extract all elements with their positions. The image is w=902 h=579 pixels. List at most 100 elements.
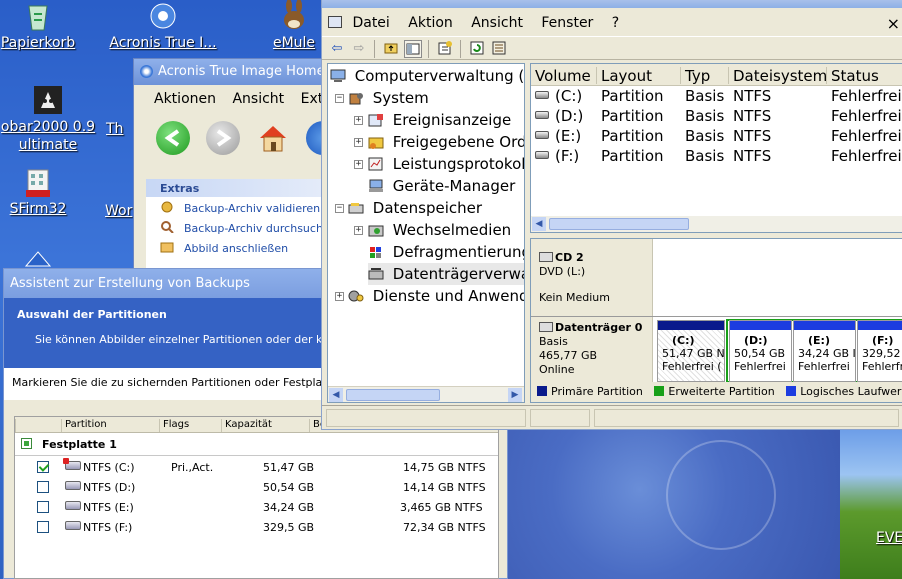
column-flags[interactable]: Flags <box>159 419 221 432</box>
link-validate-archive[interactable]: Backup-Archiv validieren <box>146 197 346 217</box>
volume-horizontal-scrollbar[interactable]: ◀ <box>531 216 902 232</box>
volume-list[interactable]: Volume Layout Typ Dateisystem Status (C:… <box>530 63 902 233</box>
column-layout[interactable]: Layout <box>597 67 681 85</box>
menu-aktionen[interactable]: Aktionen <box>154 91 216 107</box>
tree-item-freigegebene-ordner[interactable]: Freigegebene Ordn <box>368 131 524 153</box>
column-status[interactable]: Status <box>827 67 902 85</box>
scroll-thumb[interactable] <box>346 389 440 401</box>
partition-checkbox[interactable] <box>37 501 49 513</box>
disk-group-row[interactable]: Festplatte 1 <box>15 433 498 453</box>
window-menu-icon[interactable] <box>328 16 342 28</box>
cd-media: Kein Medium <box>539 291 610 304</box>
volume-row[interactable]: (E:) Partition Basis NTFS Fehlerfrei <box>531 126 902 146</box>
desktop-icon-th[interactable]: Th <box>106 120 136 138</box>
disk-partition-c[interactable]: (C:) 51,47 GB N Fehlerfrei ( <box>657 320 725 382</box>
desktop-icon-acronis[interactable]: Acronis True I... <box>103 0 223 52</box>
show-tree-icon[interactable] <box>404 40 422 58</box>
desktop-icon-eve[interactable]: EVE <box>876 530 902 546</box>
up-folder-icon[interactable] <box>382 40 400 58</box>
tree-item-ereignisanzeige[interactable]: Ereignisanzeige <box>368 109 511 131</box>
expand-icon[interactable]: + <box>354 116 363 125</box>
scroll-right-icon[interactable]: ▶ <box>508 388 522 402</box>
acronis-window[interactable]: Acronis True Image Home Aktionen Ansicht… <box>133 58 346 289</box>
expand-icon[interactable]: + <box>335 292 344 301</box>
partition-row[interactable]: NTFS (F:) 329,5 GB 72,34 GB NTFS <box>15 517 498 537</box>
acronis-title-bar[interactable]: Acronis True Image Home <box>134 59 332 85</box>
partition-name: NTFS (F:) <box>83 521 133 534</box>
desktop-icon-label: Wor <box>105 203 133 219</box>
menu-aktion[interactable]: Aktion <box>408 15 453 31</box>
volume-layout: Partition <box>601 107 664 125</box>
partition-row[interactable]: NTFS (E:) 34,24 GB 3,465 GB NTFS <box>15 497 498 517</box>
column-volume[interactable]: Volume <box>531 67 597 85</box>
close-icon[interactable]: × <box>887 14 900 33</box>
column-dateisystem[interactable]: Dateisystem <box>729 67 827 85</box>
menu-help[interactable]: ? <box>612 15 619 31</box>
partition-checkbox[interactable] <box>37 521 49 533</box>
expand-icon[interactable]: + <box>354 138 363 147</box>
disk-graphical-view[interactable]: CD 2 DVD (L:) Kein Medium Datenträger 0 … <box>530 238 902 403</box>
tree-item-dienste[interactable]: Dienste und Anwendu <box>348 285 524 307</box>
tree-item-defragmentierung[interactable]: Defragmentierung <box>368 241 524 263</box>
menu-ansicht[interactable]: Ansicht <box>232 91 284 107</box>
back-arrow-icon[interactable]: ⇦ <box>328 40 346 58</box>
desktop-icon-sfirm[interactable]: SFirm32 <box>0 166 86 218</box>
partition-checkbox[interactable] <box>37 481 49 493</box>
tree-item-computerverwaltung[interactable]: Computerverwaltung (Lo <box>330 65 524 87</box>
collapse-icon[interactable]: − <box>335 204 344 213</box>
expand-icon[interactable]: + <box>354 160 363 169</box>
cm-title-bar[interactable] <box>322 0 902 8</box>
disk-partition-d[interactable]: (D:) 50,54 GB Fehlerfrei <box>729 320 792 382</box>
properties-icon[interactable] <box>436 40 454 58</box>
tree-item-system[interactable]: System <box>348 87 429 109</box>
forward-arrow-icon[interactable]: ⇨ <box>350 40 368 58</box>
column-partition[interactable]: Partition <box>61 419 159 432</box>
partition-row[interactable]: NTFS (D:) 50,54 GB 14,14 GB NTFS <box>15 477 498 497</box>
column-select[interactable] <box>15 419 61 432</box>
disk-partition-f[interactable]: (F:) 329,52 GB Fehlerfrei <box>857 320 902 382</box>
expand-icon[interactable]: + <box>354 226 363 235</box>
back-button[interactable] <box>156 121 190 155</box>
link-mount-image[interactable]: Abbild anschließen <box>146 237 346 257</box>
scroll-thumb[interactable] <box>549 218 689 230</box>
export-list-icon[interactable] <box>490 40 508 58</box>
partition-checkbox[interactable] <box>37 461 49 473</box>
tree-item-datentraegerverwaltung[interactable]: Datenträgerverwalt <box>368 263 524 285</box>
legend-swatch <box>654 386 665 396</box>
emule-donkey-icon <box>278 0 310 32</box>
partition-list[interactable]: Partition Flags Kapazität Be Festplatte … <box>14 416 499 579</box>
cd-drive-label[interactable]: CD 2 DVD (L:) Kein Medium <box>531 239 653 316</box>
column-typ[interactable]: Typ <box>681 67 729 85</box>
scroll-left-icon[interactable]: ◀ <box>329 388 343 402</box>
link-browse-archive[interactable]: Backup-Archiv durchsuchen <box>146 217 346 237</box>
tree-item-wechselmedien[interactable]: Wechselmedien <box>368 219 511 241</box>
acronis-app-icon <box>140 65 153 78</box>
disk-label[interactable]: Datenträger 0 Basis 465,77 GB Online <box>531 317 653 384</box>
desktop-icon-wor[interactable]: Wor <box>105 202 135 220</box>
desktop-icon-recycle-bin[interactable]: Papierkorb <box>0 0 86 52</box>
desktop-wallpaper-area <box>506 430 840 579</box>
column-capacity[interactable]: Kapazität <box>221 419 309 432</box>
computer-management-window[interactable]: Datei Aktion Ansicht Fenster ? × ⇦ ⇨ Com… <box>321 0 902 430</box>
volume-row[interactable]: (F:) Partition Basis NTFS Fehlerfrei <box>531 146 902 166</box>
volume-row[interactable]: (D:) Partition Basis NTFS Fehlerfrei <box>531 106 902 126</box>
refresh-icon[interactable] <box>468 40 486 58</box>
console-tree[interactable]: Computerverwaltung (Lo − System + Ereign… <box>327 63 525 403</box>
disk-group-checkbox[interactable] <box>21 438 32 449</box>
tree-item-datenspeicher[interactable]: Datenspeicher <box>348 197 482 219</box>
scroll-left-icon[interactable]: ◀ <box>532 217 546 231</box>
legend-label: Erweiterte Partition <box>668 385 775 398</box>
collapse-icon[interactable]: − <box>335 94 344 103</box>
tree-item-geraete-manager[interactable]: Geräte-Manager <box>368 175 515 197</box>
volume-row[interactable]: (C:) Partition Basis NTFS Fehlerfrei (S <box>531 86 902 106</box>
tree-item-leistungsprotokolle[interactable]: Leistungsprotokolle <box>368 153 524 175</box>
desktop-icon-foobar[interactable]: obar2000 0.9 ultimate <box>0 84 108 154</box>
home-button[interactable] <box>256 121 290 155</box>
partition-row[interactable]: NTFS (C:) Pri.,Act. 51,47 GB 14,75 GB NT… <box>15 457 498 477</box>
menu-ansicht[interactable]: Ansicht <box>471 15 523 31</box>
menu-fenster[interactable]: Fenster <box>541 15 593 31</box>
menu-datei[interactable]: Datei <box>352 15 389 31</box>
forward-button[interactable] <box>206 121 240 155</box>
disk-partition-e[interactable]: (E:) 34,24 GB I Fehlerfrei <box>793 320 856 382</box>
tree-horizontal-scrollbar[interactable]: ◀ ▶ <box>328 386 524 402</box>
